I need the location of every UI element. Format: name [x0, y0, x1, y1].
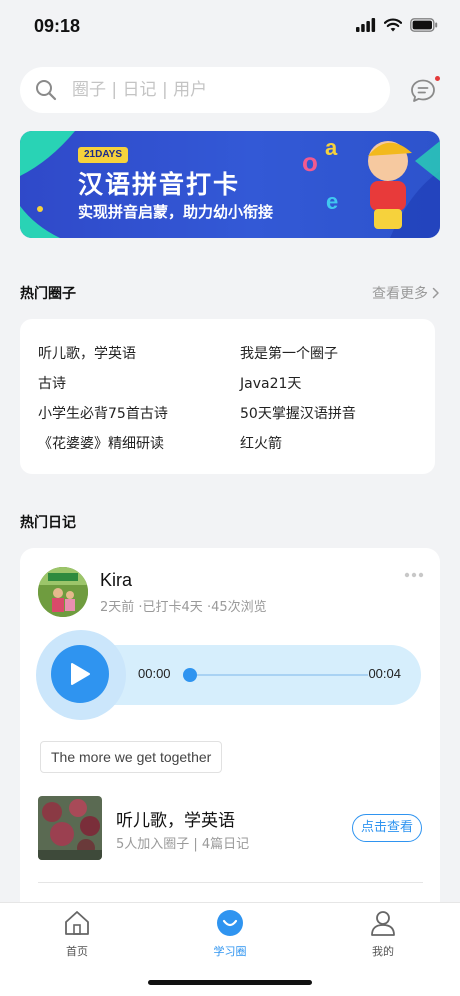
banner-tag: 21DAYS: [78, 147, 128, 163]
more-options-icon[interactable]: [404, 572, 424, 578]
svg-text:o: o: [302, 147, 318, 177]
status-time: 09:18: [34, 16, 81, 36]
search-box[interactable]: [20, 67, 390, 113]
group-thumbnail-photo: [38, 796, 102, 860]
search-icon: [36, 80, 57, 101]
notification-dot: [435, 76, 440, 81]
avatar[interactable]: [38, 567, 88, 617]
hot-diary-header: 热门日记: [20, 510, 440, 532]
cellular-signal-icon: [356, 18, 376, 32]
circle-item[interactable]: 我是第一个圈子: [240, 343, 338, 363]
diary-card[interactable]: Kira 2天前 ·已打卡4天 ·45次浏览 00:00 00:04 The m…: [20, 548, 440, 908]
search-row: [20, 67, 440, 113]
person-icon: [371, 911, 395, 936]
avatar-photo: [38, 567, 88, 617]
status-bar: 09:18: [0, 0, 460, 56]
search-input[interactable]: [72, 80, 332, 100]
tab-home[interactable]: 首页: [37, 909, 117, 959]
circle-item[interactable]: 《花婆婆》精细研读: [38, 433, 164, 453]
circle-item[interactable]: 古诗: [38, 373, 66, 393]
audio-progress-knob[interactable]: [183, 668, 197, 682]
circle-item[interactable]: 小学生必背75首古诗: [38, 403, 168, 423]
status-icons: [356, 18, 438, 32]
circle-item[interactable]: 红火箭: [240, 433, 282, 453]
circle-item[interactable]: 听儿歌，学英语: [38, 343, 136, 363]
svg-text:e: e: [326, 189, 338, 214]
wifi-icon: [384, 18, 402, 32]
divider: [38, 882, 423, 883]
user-name[interactable]: Kira: [100, 570, 132, 591]
message-button[interactable]: [410, 76, 440, 104]
home-indicator: [148, 980, 312, 985]
diary-text-tag[interactable]: The more we get together: [40, 741, 223, 773]
tab-mine[interactable]: 我的: [343, 909, 423, 959]
circle-item[interactable]: 50天掌握汉语拼音: [240, 403, 356, 423]
post-meta: 2天前 ·已打卡4天 ·45次浏览: [100, 600, 267, 615]
audio-player: 00:00 00:04: [36, 630, 421, 720]
hot-circles-title: 热门圈子: [20, 286, 76, 302]
play-button[interactable]: [51, 645, 109, 703]
see-more-link[interactable]: 查看更多: [372, 283, 440, 303]
hot-circles-card: 听儿歌，学英语 我是第一个圈子 古诗 Java21天 小学生必背75首古诗 50…: [20, 319, 435, 474]
hot-circles-header: 热门圈子 查看更多: [20, 281, 440, 303]
play-icon: [71, 663, 90, 685]
banner-title: 汉语拼音打卡: [78, 170, 241, 199]
audio-total-time: 00:04: [368, 666, 401, 681]
group-title[interactable]: 听儿歌，学英语: [116, 806, 235, 831]
audio-current-time: 00:00: [138, 666, 171, 681]
chevron-right-icon: [432, 287, 439, 299]
view-group-button[interactable]: 点击查看: [352, 814, 422, 842]
svg-text:a: a: [325, 135, 338, 160]
smile-icon: [217, 910, 243, 936]
circle-item[interactable]: Java21天: [240, 373, 301, 393]
group-meta: 5人加入圈子 | 4篇日记: [116, 837, 250, 852]
battery-icon: [410, 18, 438, 32]
tab-home-label: 首页: [66, 945, 88, 958]
see-more-label: 查看更多: [372, 286, 428, 302]
banner-subtitle: 实现拼音启蒙，助力幼小衔接: [78, 203, 274, 221]
group-thumbnail[interactable]: [38, 796, 102, 860]
home-icon: [65, 911, 89, 935]
play-button-halo: [36, 630, 126, 720]
tab-study-circle[interactable]: 学习圈: [190, 909, 270, 959]
tab-study-circle-label: 学习圈: [213, 945, 247, 958]
tab-mine-label: 我的: [372, 945, 394, 958]
promo-banner[interactable]: o e a 21DAYS 汉语拼音打卡 实现拼音启蒙，助力幼小衔接: [20, 131, 440, 238]
audio-progress-track[interactable]: [188, 674, 368, 676]
hot-diary-title: 热门日记: [20, 515, 76, 531]
chat-bubble-icon: [411, 79, 435, 102]
